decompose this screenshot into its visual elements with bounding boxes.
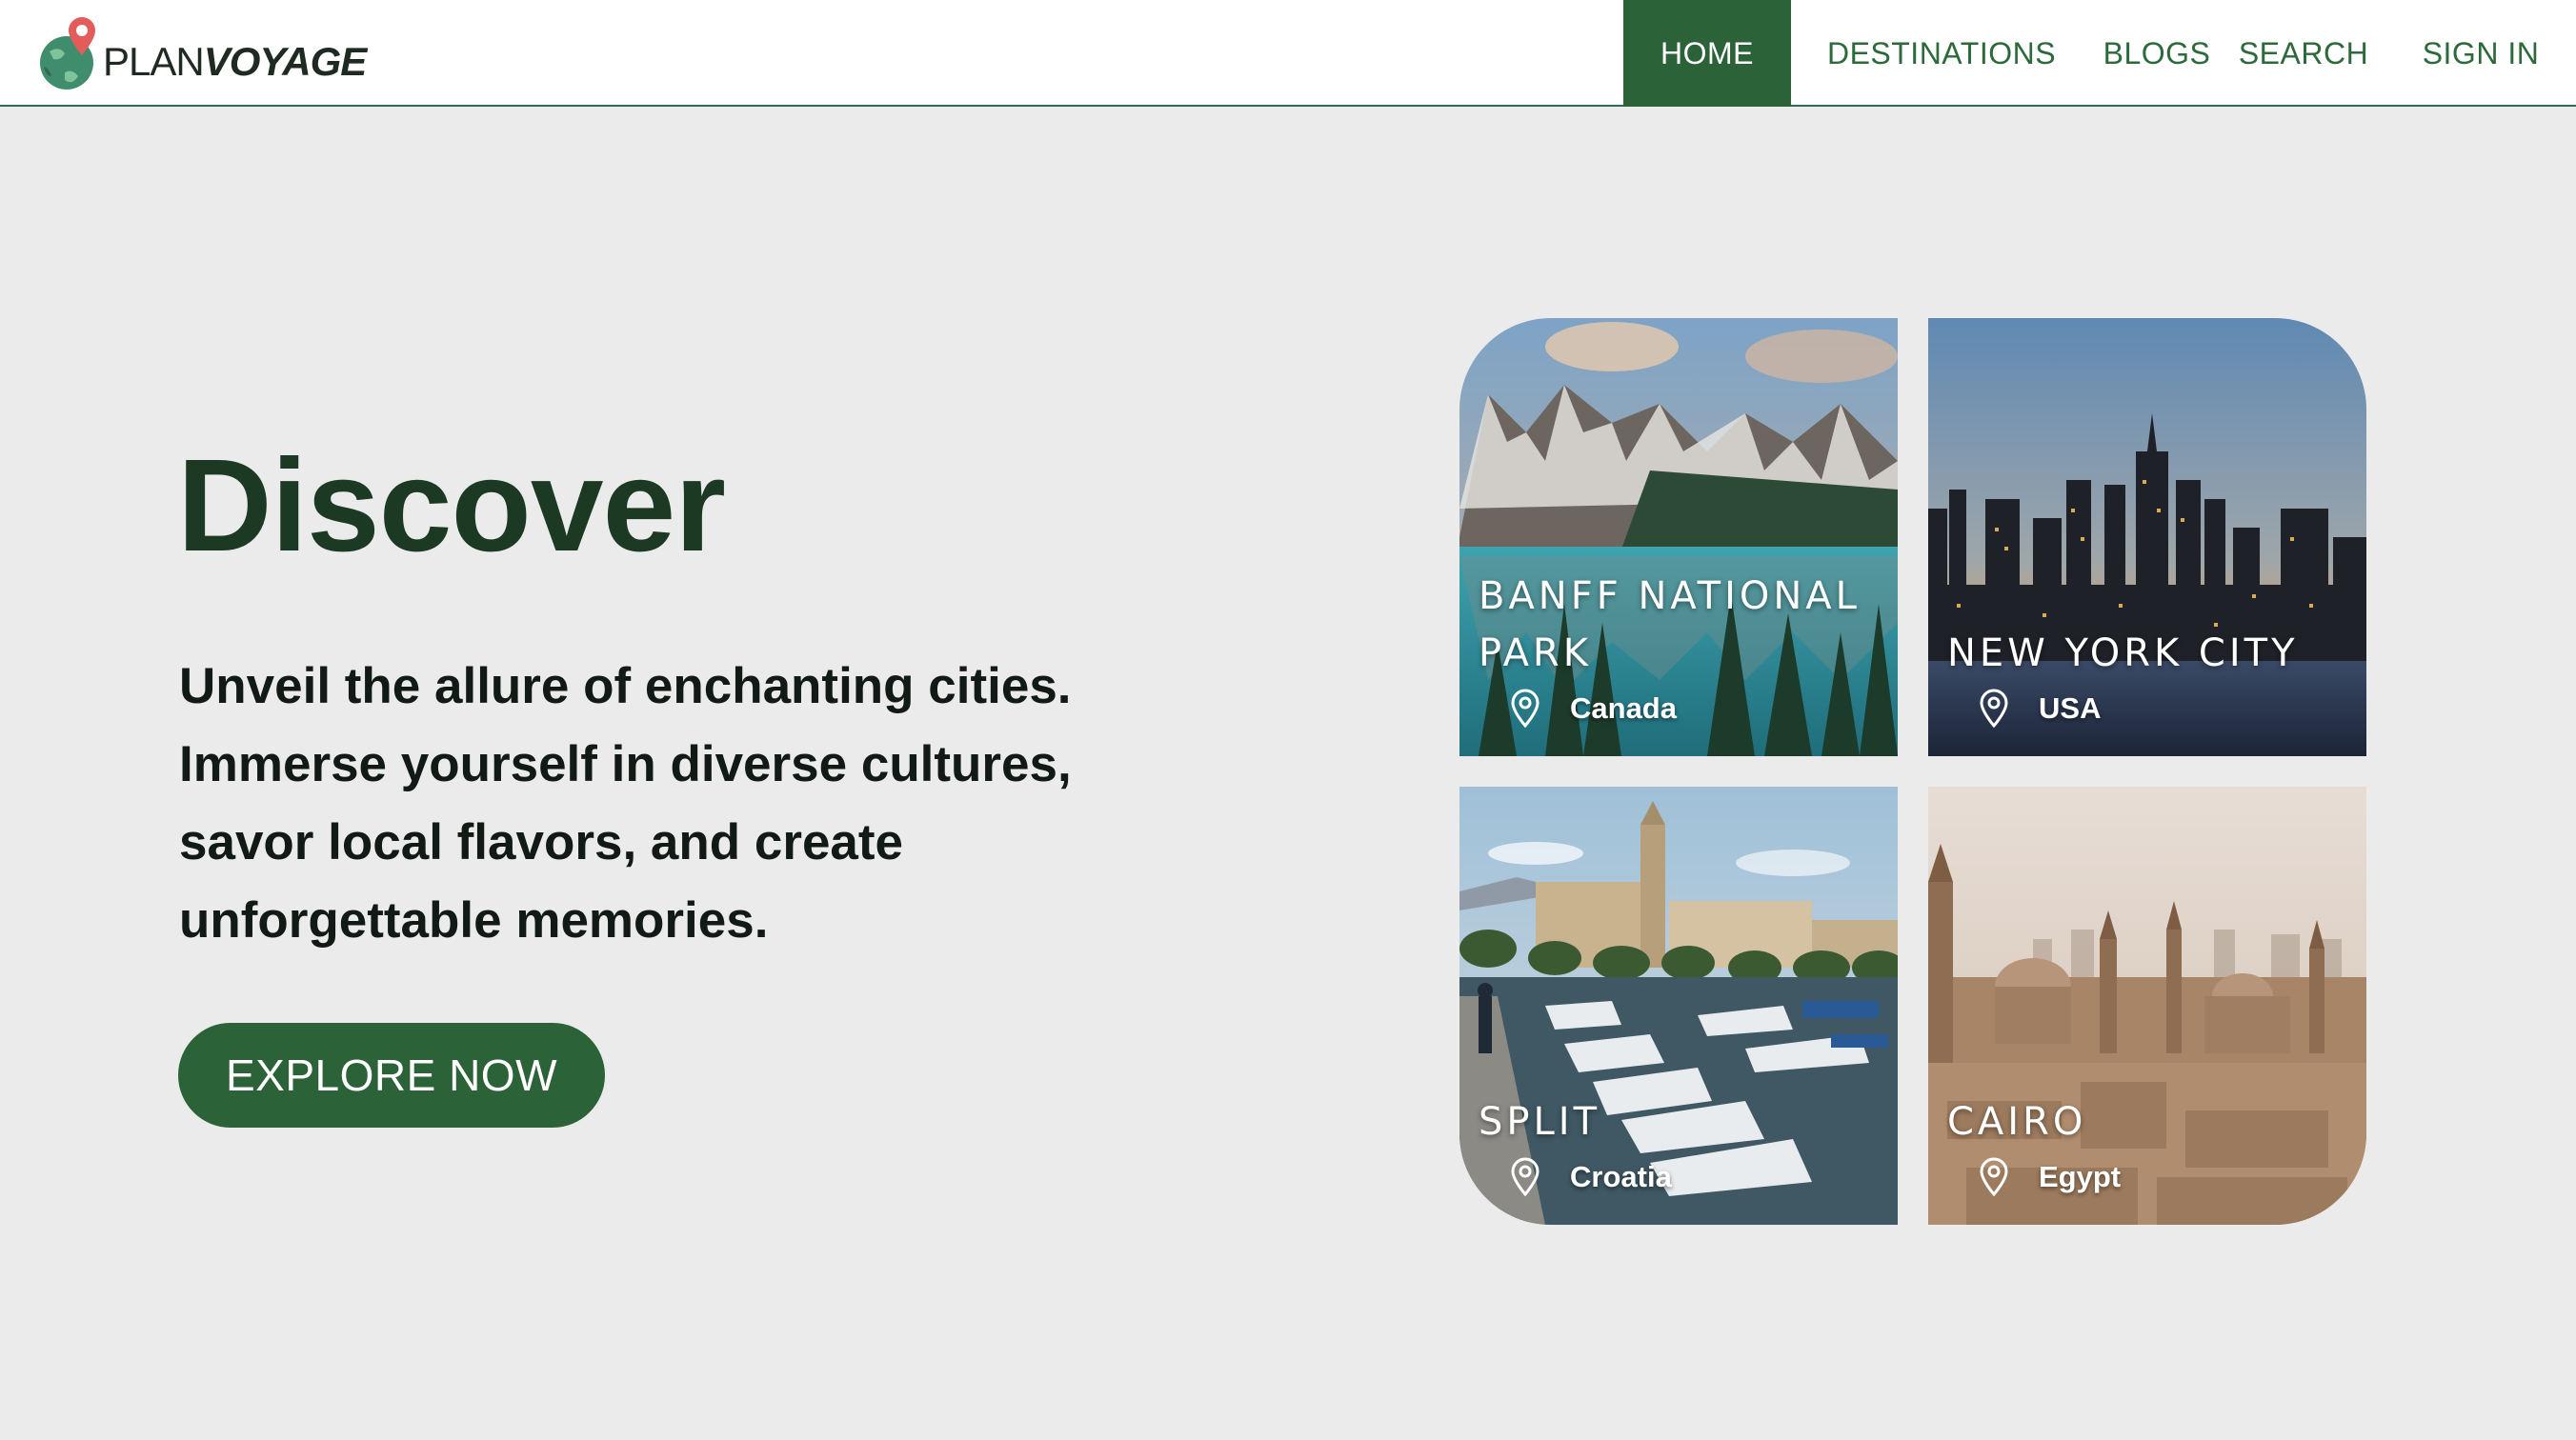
nav-sign-in[interactable]: SIGN IN [2385, 0, 2576, 107]
nav-blogs[interactable]: BLOGS [2092, 0, 2222, 107]
destination-card-banff[interactable]: BANFF NATIONAL PARK Canada [1459, 318, 1898, 756]
destination-card-new-york[interactable]: NEW YORK CITY USA [1928, 318, 2366, 756]
nav-destinations[interactable]: DESTINATIONS [1791, 0, 2092, 107]
location-pin-icon [1978, 688, 2010, 730]
destination-location: Egypt [1978, 1156, 2121, 1198]
brand-logo[interactable]: PLANVOYAGE [36, 13, 367, 93]
destination-location: USA [1978, 688, 2101, 730]
destination-name: CAIRO [1947, 1100, 2087, 1144]
destination-country: Egypt [2039, 1160, 2122, 1193]
destination-country: USA [2039, 691, 2102, 725]
location-pin-icon [1978, 1156, 2010, 1198]
destination-card-split[interactable]: SPLIT Croatia [1459, 787, 1898, 1225]
top-navbar: PLANVOYAGE HOME DESTINATIONS BLOGS SEARC… [0, 0, 2576, 107]
destination-location: Croatia [1509, 1156, 1672, 1198]
brand-name: PLANVOYAGE [103, 39, 367, 84]
destination-card-cairo[interactable]: CAIRO Egypt [1928, 787, 2366, 1225]
location-pin-icon [1509, 1156, 1541, 1198]
hero-subtitle: Unveil the allure of enchanting cities. … [179, 658, 1072, 949]
location-pin-icon [1509, 688, 1541, 730]
destination-location: Canada [1509, 688, 1677, 730]
explore-now-button[interactable]: EXPLORE NOW [178, 1023, 605, 1128]
main-nav: HOME DESTINATIONS BLOGS SEARCH SIGN IN [1623, 0, 2576, 107]
nav-search[interactable]: SEARCH [2222, 0, 2385, 107]
nav-home[interactable]: HOME [1623, 0, 1791, 107]
destination-name: SPLIT [1479, 1100, 1601, 1144]
destination-name: NEW YORK CITY [1947, 631, 2299, 675]
hero-title: Discover [177, 432, 726, 579]
destination-name: BANFF NATIONAL PARK [1479, 574, 1861, 675]
globe-pin-icon [36, 13, 109, 93]
destination-country: Croatia [1570, 1160, 1672, 1193]
destination-country: Canada [1570, 691, 1677, 725]
